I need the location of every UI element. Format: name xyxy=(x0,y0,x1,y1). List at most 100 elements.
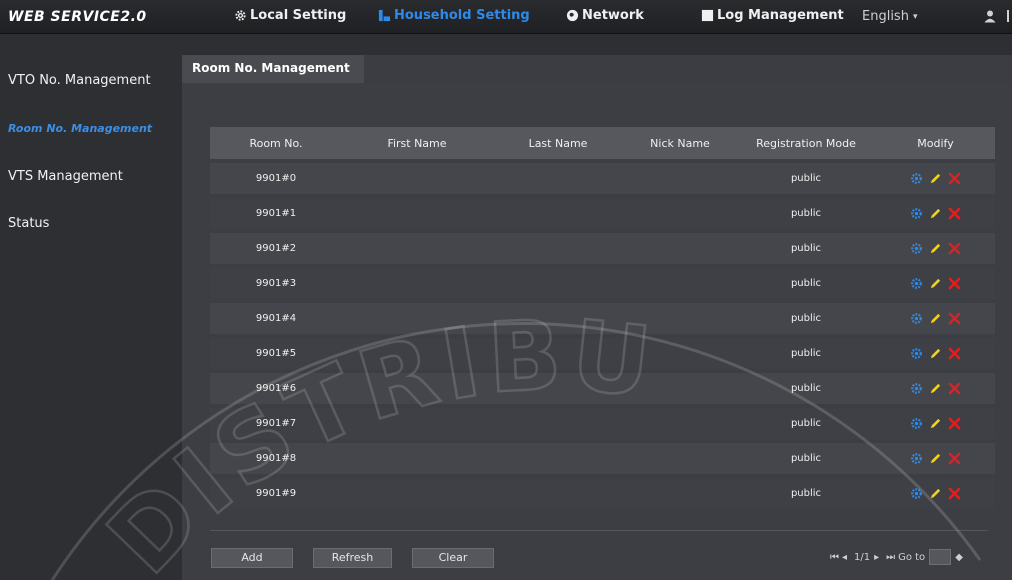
delete-icon[interactable] xyxy=(948,452,961,465)
goto-page-input[interactable] xyxy=(929,549,952,565)
room-no-cell: 9901#0 xyxy=(255,173,297,184)
delete-icon[interactable] xyxy=(948,312,961,325)
delete-icon[interactable] xyxy=(948,382,961,395)
log-icon xyxy=(701,9,714,22)
header-nick-name: Nick Name xyxy=(650,136,710,150)
settings-icon[interactable] xyxy=(910,312,923,325)
delete-icon[interactable] xyxy=(948,172,961,185)
registration-mode-cell: public xyxy=(790,453,822,464)
modify-cell xyxy=(876,207,995,220)
delete-icon[interactable] xyxy=(948,242,961,255)
logout-icon[interactable] xyxy=(1004,9,1012,23)
table-row: 9901#4 public xyxy=(210,303,995,334)
edit-icon[interactable] xyxy=(929,452,942,465)
settings-icon[interactable] xyxy=(910,417,923,430)
prev-page-icon[interactable]: ◂ xyxy=(842,552,850,563)
household-icon xyxy=(378,9,391,22)
delete-icon[interactable] xyxy=(948,487,961,500)
sidebar-item-vts-management[interactable]: VTS Management xyxy=(8,169,123,184)
sidebar-item-vto-no-management[interactable]: VTO No. Management xyxy=(8,73,151,88)
settings-icon[interactable] xyxy=(910,172,923,185)
table-header: Room No. First Name Last Name Nick Name … xyxy=(210,127,995,159)
refresh-button[interactable]: Refresh xyxy=(313,548,392,568)
clear-button[interactable]: Clear xyxy=(412,548,494,568)
nav-network-label: Network xyxy=(582,8,644,23)
gear-icon xyxy=(235,10,246,21)
table-row: 9901#5 public xyxy=(210,338,995,369)
table-row: 9901#9 public xyxy=(210,478,995,509)
registration-mode-cell: public xyxy=(790,243,822,254)
settings-icon[interactable] xyxy=(910,347,923,360)
room-no-cell: 9901#2 xyxy=(255,243,297,254)
modify-cell xyxy=(876,487,995,500)
registration-mode-cell: public xyxy=(790,383,822,394)
sidebar-item-status[interactable]: Status xyxy=(8,216,49,231)
settings-icon[interactable] xyxy=(910,242,923,255)
settings-icon[interactable] xyxy=(910,487,923,500)
divider xyxy=(210,530,988,531)
modify-cell xyxy=(876,242,995,255)
edit-icon[interactable] xyxy=(929,207,942,220)
room-no-cell: 9901#3 xyxy=(255,278,297,289)
edit-icon[interactable] xyxy=(929,312,942,325)
header-last-name: Last Name xyxy=(528,136,588,150)
registration-mode-cell: public xyxy=(790,208,822,219)
sidebar: VTO No. Management Room No. Management V… xyxy=(0,35,172,580)
delete-icon[interactable] xyxy=(948,277,961,290)
tab-strip xyxy=(364,55,1012,83)
nav-network[interactable]: Network xyxy=(566,8,644,23)
goto-label: Go to xyxy=(898,551,926,563)
room-no-cell: 9901#7 xyxy=(255,418,297,429)
edit-icon[interactable] xyxy=(929,172,942,185)
nav-log-management[interactable]: Log Management xyxy=(701,8,844,23)
header-room-no: Room No. xyxy=(249,136,303,150)
table-row: 9901#8 public xyxy=(210,443,995,474)
registration-mode-cell: public xyxy=(790,313,822,324)
registration-mode-cell: public xyxy=(790,278,822,289)
edit-icon[interactable] xyxy=(929,347,942,360)
modify-cell xyxy=(876,312,995,325)
edit-icon[interactable] xyxy=(929,382,942,395)
settings-icon[interactable] xyxy=(910,277,923,290)
edit-icon[interactable] xyxy=(929,487,942,500)
table-row: 9901#0 public xyxy=(210,163,995,194)
pagination: ⏮ ◂ 1/1 ▸ ⏭ Go to ◆ xyxy=(830,549,963,565)
chevron-down-icon: ▾ xyxy=(912,11,918,22)
room-no-cell: 9901#5 xyxy=(255,348,297,359)
header-first-name: First Name xyxy=(387,136,447,150)
edit-icon[interactable] xyxy=(929,242,942,255)
modify-cell xyxy=(876,172,995,185)
registration-mode-cell: public xyxy=(790,173,822,184)
page-indicator: 1/1 xyxy=(854,551,871,563)
language-select[interactable]: English ▾ xyxy=(862,9,917,24)
nav-local-setting[interactable]: Local Setting xyxy=(234,8,346,23)
tab-room-no-management[interactable]: Room No. Management xyxy=(182,55,364,83)
delete-icon[interactable] xyxy=(948,417,961,430)
delete-icon[interactable] xyxy=(948,207,961,220)
language-label: English xyxy=(862,9,909,24)
room-no-cell: 9901#8 xyxy=(255,453,297,464)
room-no-cell: 9901#4 xyxy=(255,313,297,324)
table-row: 9901#6 public xyxy=(210,373,995,404)
edit-icon[interactable] xyxy=(929,417,942,430)
room-table: Room No. First Name Last Name Nick Name … xyxy=(210,127,995,509)
settings-icon[interactable] xyxy=(910,382,923,395)
table-row: 9901#1 public xyxy=(210,198,995,229)
room-no-cell: 9901#6 xyxy=(255,383,297,394)
add-button[interactable]: Add xyxy=(211,548,293,568)
first-page-icon[interactable]: ⏮ xyxy=(830,552,839,563)
settings-icon[interactable] xyxy=(910,207,923,220)
sidebar-item-room-no-management[interactable]: Room No. Management xyxy=(8,122,152,135)
user-icon[interactable] xyxy=(983,9,997,23)
registration-mode-cell: public xyxy=(790,488,822,499)
next-page-icon[interactable]: ▸ xyxy=(874,552,882,563)
last-page-icon[interactable]: ⏭ xyxy=(886,552,895,563)
edit-icon[interactable] xyxy=(929,277,942,290)
nav-household-setting[interactable]: Household Setting xyxy=(378,8,530,23)
nav-household-setting-label: Household Setting xyxy=(394,8,530,23)
goto-arrow-icon[interactable]: ◆ xyxy=(955,552,963,563)
app-logo: WEB SERVICE2.0 xyxy=(8,9,147,25)
delete-icon[interactable] xyxy=(948,347,961,360)
settings-icon[interactable] xyxy=(910,452,923,465)
room-no-cell: 9901#1 xyxy=(255,208,297,219)
